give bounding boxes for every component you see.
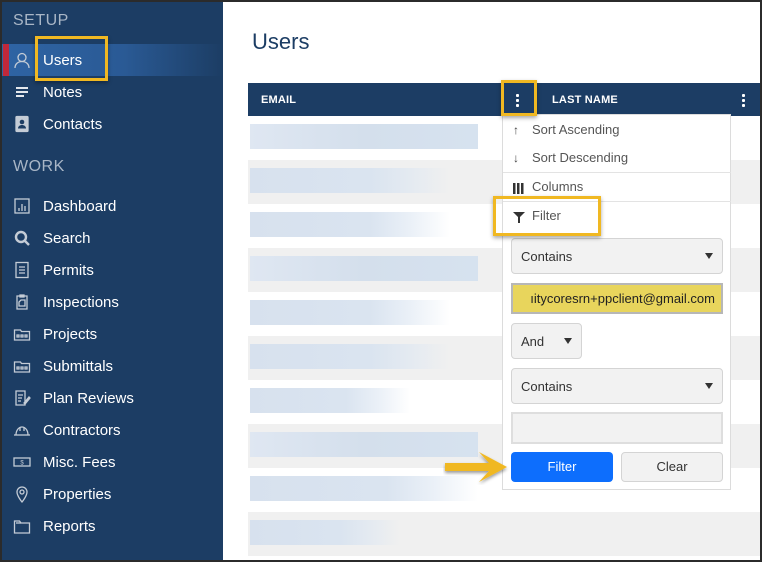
columns-icon xyxy=(513,180,525,194)
sidebar-item-label: Users xyxy=(43,51,83,69)
sidebar-item-label: Dashboard xyxy=(43,197,117,215)
hardhat-icon xyxy=(13,421,31,439)
sidebar-item-contractors[interactable]: Contractors xyxy=(2,414,223,446)
sidebar-item-misc-fees[interactable]: $ Misc. Fees xyxy=(2,446,223,478)
sidebar-item-label: Plan Reviews xyxy=(43,389,134,407)
callout-arrow-icon xyxy=(445,452,507,482)
dot-icon xyxy=(741,103,745,107)
sidebar-item-inspections[interactable]: Inspections xyxy=(2,286,223,318)
money-icon: $ xyxy=(13,453,31,471)
projects-icon xyxy=(13,325,31,343)
sidebar-item-label: Misc. Fees xyxy=(43,453,116,471)
caret-down-icon xyxy=(564,338,572,344)
sidebar-item-label: Notes xyxy=(43,83,83,101)
notes-icon xyxy=(13,83,31,101)
redacted-email-cell xyxy=(250,256,478,281)
column-header-last-name[interactable]: LAST NAME xyxy=(552,94,618,106)
email-column-menu-button[interactable] xyxy=(510,90,524,110)
filter-value-2-input[interactable] xyxy=(511,412,723,444)
sidebar-item-label: Inspections xyxy=(43,293,119,311)
menu-item-label: Sort Ascending xyxy=(532,122,620,137)
sidebar-item-label: Properties xyxy=(43,485,112,503)
redacted-email-cell xyxy=(250,168,450,193)
arrow-up-icon: ↑ xyxy=(513,123,519,137)
sidebar-item-label: Reports xyxy=(43,517,96,535)
menu-item-label: Columns xyxy=(532,179,584,194)
folder-icon xyxy=(13,517,31,535)
dashboard-icon xyxy=(13,197,31,215)
location-pin-icon xyxy=(13,485,31,503)
sidebar-item-users[interactable]: Users xyxy=(2,44,223,76)
dot-icon xyxy=(515,93,519,97)
menu-item-columns[interactable]: Columns xyxy=(503,172,731,200)
sidebar-item-label: Projects xyxy=(43,325,98,343)
sidebar-item-properties[interactable]: Properties xyxy=(2,478,223,510)
redacted-email-cell xyxy=(250,300,450,325)
permits-icon xyxy=(13,261,31,279)
caret-down-icon xyxy=(705,383,713,389)
dot-icon xyxy=(741,98,745,102)
last-name-column-menu-button[interactable] xyxy=(736,90,750,110)
page-title: Users xyxy=(252,29,310,54)
window-border xyxy=(0,0,762,2)
column-menu-dropdown: ↑ Sort Ascending ↓ Sort Descending Colum… xyxy=(502,114,731,490)
search-icon xyxy=(13,229,31,247)
menu-item-label: Filter xyxy=(532,208,561,223)
sidebar-item-dashboard[interactable]: Dashboard xyxy=(2,190,223,222)
sidebar-item-plan-reviews[interactable]: Plan Reviews xyxy=(2,382,223,414)
sidebar-item-label: Submittals xyxy=(43,357,114,375)
input-value: ıitycoresrn+ppclient@gmail.com xyxy=(530,291,715,306)
sidebar-item-submittals[interactable]: Submittals xyxy=(2,350,223,382)
sidebar: SETUP Users Notes Contacts WORK Dashboar… xyxy=(2,2,223,560)
menu-item-sort-descending[interactable]: ↓ Sort Descending xyxy=(503,143,731,171)
dot-icon xyxy=(515,103,519,107)
menu-item-label: Sort Descending xyxy=(532,150,629,165)
dot-icon xyxy=(741,93,745,97)
sidebar-item-label: Contractors xyxy=(43,421,121,439)
redacted-email-cell xyxy=(250,344,450,369)
select-value: Contains xyxy=(521,379,573,394)
section-label-setup: SETUP xyxy=(13,12,69,29)
sidebar-item-label: Permits xyxy=(43,261,94,279)
dot-icon xyxy=(515,98,519,102)
contacts-icon xyxy=(13,115,31,133)
filter-logic-select[interactable]: And xyxy=(511,323,582,359)
menu-item-filter[interactable]: Filter xyxy=(503,201,731,229)
plan-reviews-icon xyxy=(13,389,31,407)
redacted-email-cell xyxy=(250,388,410,413)
user-icon xyxy=(13,51,31,69)
select-value: And xyxy=(521,334,545,349)
section-label-work: WORK xyxy=(13,158,65,175)
filter-icon xyxy=(513,209,525,223)
column-header-email[interactable]: EMAIL xyxy=(261,94,296,106)
filter-operator-2-select[interactable]: Contains xyxy=(511,368,723,404)
select-value: Contains xyxy=(521,249,573,264)
sidebar-item-notes[interactable]: Notes xyxy=(2,76,223,108)
sidebar-item-label: Search xyxy=(43,229,91,247)
arrow-down-icon: ↓ xyxy=(513,151,519,165)
grid-header: EMAIL LAST NAME xyxy=(248,83,760,116)
sidebar-item-projects[interactable]: Projects xyxy=(2,318,223,350)
caret-down-icon xyxy=(705,253,713,259)
menu-item-sort-ascending[interactable]: ↑ Sort Ascending xyxy=(503,115,731,143)
submittals-icon xyxy=(13,357,31,375)
apply-filter-button[interactable]: Filter xyxy=(511,452,613,482)
clear-filter-button[interactable]: Clear xyxy=(621,452,723,482)
filter-value-1-input[interactable]: ıitycoresrn+ppclient@gmail.com xyxy=(511,283,723,314)
sidebar-item-permits[interactable]: Permits xyxy=(2,254,223,286)
sidebar-item-reports[interactable]: Reports xyxy=(2,510,223,542)
sidebar-item-label: Contacts xyxy=(43,115,103,133)
table-row[interactable] xyxy=(248,512,760,556)
redacted-email-cell xyxy=(250,124,478,149)
redacted-email-cell xyxy=(250,212,450,237)
inspections-icon xyxy=(13,293,31,311)
filter-operator-1-select[interactable]: Contains xyxy=(511,238,723,274)
redacted-email-cell xyxy=(250,520,400,545)
sidebar-item-contacts[interactable]: Contacts xyxy=(2,108,223,140)
window-border xyxy=(0,0,2,562)
sidebar-item-search[interactable]: Search xyxy=(2,222,223,254)
